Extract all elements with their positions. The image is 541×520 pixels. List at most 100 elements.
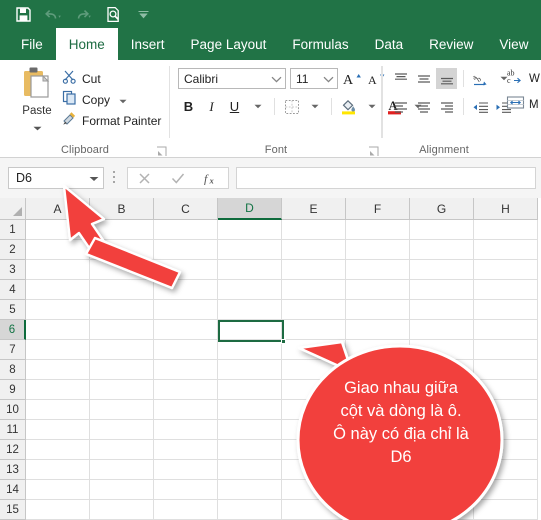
grid-cell-D12[interactable] — [218, 440, 282, 460]
paste-button[interactable]: Paste — [10, 66, 64, 136]
chevron-down-icon[interactable] — [119, 91, 127, 109]
wrap-text-button[interactable]: ab c W — [506, 66, 540, 92]
chevron-down-icon[interactable] — [304, 96, 325, 117]
clipboard-dialog-launcher-icon[interactable] — [156, 144, 167, 156]
chevron-down-icon[interactable] — [134, 5, 153, 24]
grid-cell-B9[interactable] — [90, 380, 154, 400]
chevron-down-icon[interactable] — [271, 72, 282, 86]
grid-cell-B2[interactable] — [90, 240, 154, 260]
tab-insert[interactable]: Insert — [118, 28, 178, 60]
grid-cell-D11[interactable] — [218, 420, 282, 440]
grid-cell-E2[interactable] — [282, 240, 346, 260]
grid-cell-C8[interactable] — [154, 360, 218, 380]
grid-cell-B11[interactable] — [90, 420, 154, 440]
font-name-combobox[interactable]: Calibri — [178, 68, 286, 89]
grid-cell-D14[interactable] — [218, 480, 282, 500]
column-header-b[interactable]: B — [90, 198, 154, 220]
tab-view[interactable]: View — [486, 28, 541, 60]
grid-cell-B4[interactable] — [90, 280, 154, 300]
grid-cell-C13[interactable] — [154, 460, 218, 480]
column-header-h[interactable]: H — [474, 198, 538, 220]
tab-home[interactable]: Home — [55, 28, 118, 60]
grid-cell-A12[interactable] — [26, 440, 90, 460]
grid-cell-A14[interactable] — [26, 480, 90, 500]
row-header-7[interactable]: 7 — [0, 340, 26, 360]
grid-cell-C1[interactable] — [154, 220, 218, 240]
grid-cell-A10[interactable] — [26, 400, 90, 420]
orientation-icon[interactable]: ab — [470, 68, 491, 89]
formula-input[interactable] — [236, 167, 536, 189]
grid-cell-B12[interactable] — [90, 440, 154, 460]
row-header-10[interactable]: 10 — [0, 400, 26, 420]
grid-cell-A4[interactable] — [26, 280, 90, 300]
column-header-g[interactable]: G — [410, 198, 474, 220]
align-middle-icon[interactable] — [413, 68, 434, 89]
grid-cell-B13[interactable] — [90, 460, 154, 480]
chevron-down-icon[interactable] — [89, 169, 99, 187]
grid-cell-H5[interactable] — [474, 300, 538, 320]
borders-button[interactable] — [281, 96, 302, 117]
redo-icon[interactable] — [74, 5, 93, 24]
row-header-9[interactable]: 9 — [0, 380, 26, 400]
copy-button[interactable]: Copy — [62, 89, 168, 110]
save-icon[interactable] — [14, 5, 33, 24]
grid-cell-A6[interactable] — [26, 320, 90, 340]
merge-cells-button[interactable]: M — [506, 92, 540, 118]
tab-formulas[interactable]: Formulas — [279, 28, 361, 60]
grid-cell-C5[interactable] — [154, 300, 218, 320]
grid-cell-B7[interactable] — [90, 340, 154, 360]
grid-cell-B5[interactable] — [90, 300, 154, 320]
grid-cell-D8[interactable] — [218, 360, 282, 380]
grid-cell-B6[interactable] — [90, 320, 154, 340]
grid-cell-D9[interactable] — [218, 380, 282, 400]
grid-cell-G2[interactable] — [410, 240, 474, 260]
grid-cell-D7[interactable] — [218, 340, 282, 360]
grid-cell-A3[interactable] — [26, 260, 90, 280]
grid-cell-D15[interactable] — [218, 500, 282, 520]
font-size-combobox[interactable]: 11 — [290, 68, 338, 89]
grid-cell-C14[interactable] — [154, 480, 218, 500]
grid-cell-A2[interactable] — [26, 240, 90, 260]
increase-font-size-icon[interactable]: A — [342, 69, 362, 89]
grid-cell-A8[interactable] — [26, 360, 90, 380]
grid-cell-C9[interactable] — [154, 380, 218, 400]
grid-cell-F5[interactable] — [346, 300, 410, 320]
grid-cell-B8[interactable] — [90, 360, 154, 380]
name-box[interactable]: D6 — [8, 167, 104, 189]
grid-cell-F4[interactable] — [346, 280, 410, 300]
row-header-15[interactable]: 15 — [0, 500, 26, 520]
grid-cell-C2[interactable] — [154, 240, 218, 260]
grid-cell-G1[interactable] — [410, 220, 474, 240]
grid-cell-A7[interactable] — [26, 340, 90, 360]
column-header-d[interactable]: D — [218, 198, 282, 220]
grid-cell-C10[interactable] — [154, 400, 218, 420]
column-header-a[interactable]: A — [26, 198, 90, 220]
row-header-6[interactable]: 6 — [0, 320, 26, 340]
select-all-button[interactable] — [0, 198, 26, 220]
tab-review[interactable]: Review — [416, 28, 486, 60]
grid-cell-A1[interactable] — [26, 220, 90, 240]
chevron-down-icon[interactable] — [247, 96, 268, 117]
tab-file[interactable]: File — [8, 28, 56, 60]
grid-cell-D5[interactable] — [218, 300, 282, 320]
grid-cell-H1[interactable] — [474, 220, 538, 240]
grid-cell-F2[interactable] — [346, 240, 410, 260]
align-right-icon[interactable] — [436, 96, 457, 117]
italic-button[interactable]: I — [201, 96, 222, 117]
row-header-1[interactable]: 1 — [0, 220, 26, 240]
chevron-down-icon[interactable] — [10, 118, 64, 136]
row-header-14[interactable]: 14 — [0, 480, 26, 500]
tab-data[interactable]: Data — [362, 28, 417, 60]
grid-cell-H2[interactable] — [474, 240, 538, 260]
grid-cell-D13[interactable] — [218, 460, 282, 480]
column-header-c[interactable]: C — [154, 198, 218, 220]
grid-cell-C4[interactable] — [154, 280, 218, 300]
grid-cell-G3[interactable] — [410, 260, 474, 280]
row-header-2[interactable]: 2 — [0, 240, 26, 260]
print-preview-icon[interactable] — [104, 5, 123, 24]
cancel-icon[interactable] — [128, 168, 161, 188]
grid-cell-E1[interactable] — [282, 220, 346, 240]
format-painter-button[interactable]: Format Painter — [62, 110, 168, 131]
align-center-icon[interactable] — [413, 96, 434, 117]
grid-cell-D10[interactable] — [218, 400, 282, 420]
